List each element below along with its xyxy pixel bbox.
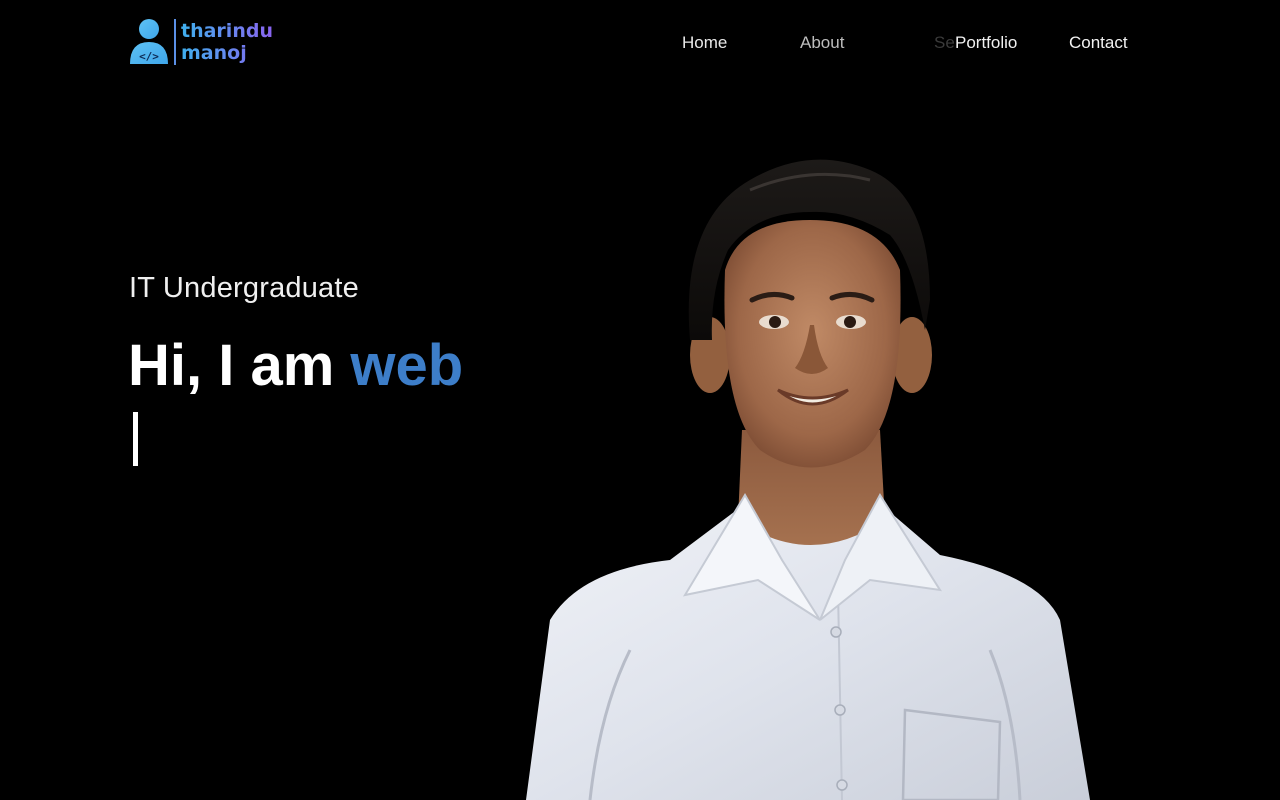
hero-subtitle: IT Undergraduate [129, 272, 359, 304]
nav-about-link[interactable]: About [800, 33, 844, 53]
headline-typed-word: web [350, 333, 464, 398]
nav-home-link[interactable]: Home [682, 33, 727, 53]
nav-portfolio-link[interactable]: Portfolio [955, 33, 1017, 53]
main-nav: Home About Se Portfolio Contact [0, 33, 1280, 55]
nav-contact-link[interactable]: Contact [1069, 33, 1128, 53]
hero-headline: Hi, I am web [128, 332, 463, 399]
typing-cursor [133, 412, 138, 466]
page: </> tharindu manoj Home About Se Portfol… [0, 0, 1280, 800]
headline-prefix: Hi, I am [128, 333, 351, 398]
profile-photo [526, 159, 1090, 800]
nav-services-link[interactable]: Se [934, 33, 955, 53]
